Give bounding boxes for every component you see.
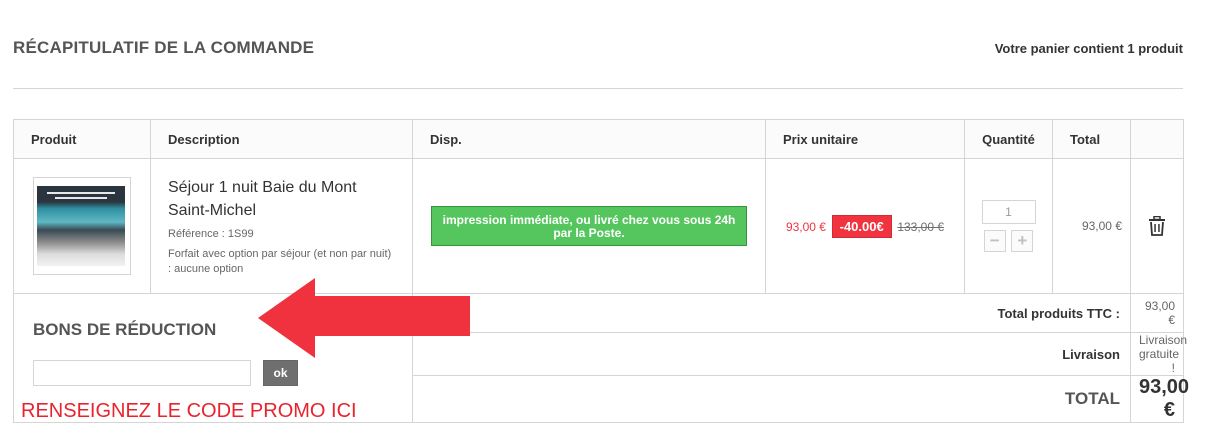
trash-icon[interactable] (1148, 215, 1166, 236)
voucher-title: BONS DE RÉDUCTION (33, 320, 217, 339)
availability-cell: impression immédiate, ou livré chez vous… (412, 158, 766, 294)
product-name-link[interactable]: Séjour 1 nuit Baie du Mont Saint-Michel (168, 176, 395, 222)
shipping-value: Livraison gratuite ! (1130, 332, 1187, 376)
thumbnail-text-line (55, 197, 107, 199)
page-title: RÉCAPITULATIF DE LA COMMANDE (13, 38, 315, 57)
discount-badge: -40.00€ (831, 214, 892, 238)
order-total-value: 93,00 € (1130, 375, 1189, 423)
column-header-availability: Disp. (412, 119, 766, 159)
quantity-cell: − + (964, 158, 1053, 294)
quantity-decrease-button[interactable]: − (983, 230, 1006, 252)
product-image-cell (13, 158, 151, 294)
quantity-input[interactable] (981, 200, 1036, 224)
price-old: 133,00 € (897, 219, 945, 234)
unit-price-cell: 93,00 € -40.00€ 133,00 € (765, 158, 965, 294)
line-total: 93,00 € (1052, 158, 1131, 294)
order-total-label: TOTAL (412, 375, 1131, 423)
availability-badge: impression immédiate, ou livré chez vous… (431, 206, 747, 246)
voucher-code-input[interactable] (33, 360, 251, 386)
table-row: Séjour 1 nuit Baie du Mont Saint-Michel … (13, 158, 1184, 294)
quantity-increase-button[interactable]: + (1011, 230, 1034, 252)
column-header-quantity: Quantité (964, 119, 1053, 159)
promo-hint-text: RENSEIGNEZ LE CODE PROMO ICI (21, 400, 357, 422)
product-thumbnail-icon[interactable] (33, 177, 131, 275)
total-products-value: 93,00 € (1130, 293, 1184, 333)
quantity-stepper: − + (966, 230, 1051, 252)
product-attributes: Forfait avec option par séjour (et non p… (168, 247, 392, 275)
thumbnail-text-line (47, 192, 115, 194)
product-reference: Référence : 1S99 (168, 227, 254, 240)
column-header-product: Produit (13, 119, 151, 159)
column-header-description: Description (150, 119, 413, 159)
product-thumbnail-image (37, 186, 125, 266)
arrow-left-icon (258, 278, 472, 363)
price-new: 93,00 € (785, 219, 826, 234)
divider (13, 88, 1183, 89)
product-description-cell: Séjour 1 nuit Baie du Mont Saint-Michel … (150, 158, 413, 294)
voucher-submit-button[interactable]: ok (263, 360, 298, 386)
total-products-label: Total produits TTC : (412, 293, 1131, 333)
delete-cell (1130, 158, 1184, 294)
column-header-delete (1130, 119, 1184, 159)
shipping-label: Livraison (412, 332, 1131, 376)
column-header-total: Total (1052, 119, 1131, 159)
cart-table: Produit Description Disp. Prix unitaire … (13, 119, 1189, 423)
cart-count-text: Votre panier contient 1 produit (994, 41, 1183, 56)
column-header-unit-price: Prix unitaire (765, 119, 965, 159)
